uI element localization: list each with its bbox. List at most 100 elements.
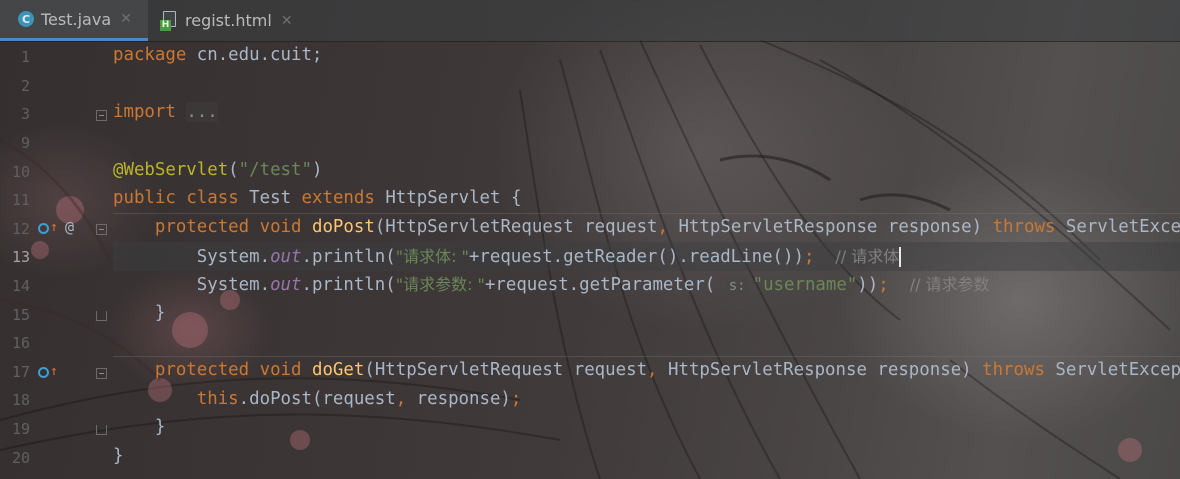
line-number: 12: [11, 220, 30, 238]
line-number: 15: [11, 306, 30, 324]
line-number: 18: [11, 391, 30, 409]
code-text: ServletException: [1065, 217, 1180, 237]
method-name: doPost: [311, 217, 375, 237]
line-number: 2: [20, 77, 30, 95]
keyword: void: [259, 360, 302, 380]
fold-end-icon[interactable]: [96, 311, 107, 321]
code-text: .doPost(request: [238, 389, 396, 409]
code-text: +request.getParameter(: [484, 275, 726, 295]
code-text: }: [154, 303, 166, 323]
line-number: 1: [20, 48, 30, 66]
string-literal: "请求体: ": [395, 247, 469, 266]
string-literal: "请求参数: ": [395, 275, 485, 294]
code-text: cn.edu.cuit;: [186, 45, 323, 65]
code-text: +request.getReader().readLine()): [468, 247, 804, 267]
text-caret: [899, 247, 902, 267]
keyword: protected: [154, 360, 250, 380]
code-text: (: [228, 160, 239, 180]
code-editor[interactable]: package cn.edu.cuit; import ... @WebServ…: [113, 41, 1180, 479]
keyword: throws: [982, 360, 1045, 380]
keyword: throws: [992, 217, 1056, 237]
code-line: this.doPost(request, response);: [113, 385, 1180, 414]
string-literal: "username": [752, 275, 858, 295]
code-line: protected void doPost(HttpServletRequest…: [113, 213, 1180, 242]
override-method-icon[interactable]: [38, 223, 49, 234]
line-number: 19: [11, 420, 30, 438]
code-text: (HttpServletRequest request: [374, 217, 658, 237]
code-text: System.: [196, 275, 271, 295]
code-line: System.out.println("请求参数: "+request.getP…: [113, 270, 1180, 299]
tab-label: Test.java: [41, 9, 112, 29]
code-text: ,: [647, 360, 658, 380]
keyword: this: [196, 389, 239, 409]
code-text: .println(: [301, 275, 396, 295]
arrow-up-icon: ↑: [50, 364, 58, 379]
line-number: 16: [11, 334, 30, 352]
static-field: out: [270, 275, 302, 295]
parameter-hint: s:: [725, 276, 749, 296]
line-number: 13: [11, 248, 30, 266]
fold-end-icon[interactable]: [96, 425, 107, 435]
code-text: response): [406, 389, 511, 409]
comment: // 请求参数: [909, 275, 990, 294]
code-line: @WebServlet("/test"): [113, 156, 1180, 185]
code-text: ServletException: [1055, 360, 1180, 380]
code-text: .println(: [301, 247, 396, 267]
editor-tab-bar: C Test.java ✕ H regist.html ✕: [0, 0, 1180, 42]
keyword: void: [259, 217, 302, 237]
tab-test-java[interactable]: C Test.java ✕: [0, 0, 148, 41]
keyword: class: [186, 188, 239, 208]
editor-window: C Test.java ✕ H regist.html ✕ 1 2 3 9 10…: [0, 0, 1180, 479]
code-line-current: System.out.println("请求体: "+request.getRe…: [113, 242, 1180, 271]
code-text: HttpServlet {: [385, 188, 522, 208]
tab-regist-html[interactable]: H regist.html ✕: [160, 0, 293, 41]
line-number: 10: [11, 163, 30, 181]
string-literal: "/test": [238, 160, 312, 180]
override-method-icon[interactable]: [38, 367, 49, 378]
line-number: 17: [11, 363, 30, 381]
line-number: 11: [11, 191, 30, 209]
code-text: ): [311, 160, 323, 180]
line-number: 14: [11, 277, 30, 295]
code-text: ;: [510, 389, 522, 409]
keyword: import: [113, 102, 176, 122]
annotation: @WebServlet: [113, 160, 229, 180]
at-marker-icon[interactable]: @: [65, 218, 74, 236]
fold-toggle-icon[interactable]: [96, 110, 107, 121]
code-text: )): [857, 275, 879, 295]
comment: // 请求体: [835, 247, 900, 266]
code-line: protected void doGet(HttpServletRequest …: [113, 356, 1180, 385]
code-text: ;: [803, 247, 815, 267]
code-text: HttpServletResponse response): [657, 360, 983, 380]
close-icon[interactable]: ✕: [120, 11, 132, 27]
line-number: 3: [20, 105, 30, 123]
class-name: Test: [249, 188, 292, 208]
code-text: System.: [196, 247, 271, 267]
code-line: package cn.edu.cuit;: [113, 41, 1180, 70]
keyword: extends: [301, 188, 375, 208]
keyword: public: [113, 188, 176, 208]
line-number: 20: [11, 449, 30, 467]
code-text: }: [154, 417, 166, 437]
keyword: package: [113, 45, 187, 65]
java-class-icon: C: [18, 11, 34, 27]
fold-toggle-icon[interactable]: [96, 368, 107, 379]
keyword: protected: [154, 217, 250, 237]
folded-imports[interactable]: ...: [186, 102, 218, 122]
code-text: ,: [395, 389, 407, 409]
code-text: ;: [878, 275, 889, 295]
code-line: }: [113, 413, 1180, 442]
method-name: doGet: [311, 360, 365, 380]
tab-label: regist.html: [185, 11, 272, 30]
editor-gutter: 1 2 3 9 10 11 12 13 14 15 16 17 18 19 20…: [0, 41, 112, 479]
close-icon[interactable]: ✕: [281, 13, 293, 29]
code-text: HttpServletResponse response): [668, 217, 993, 237]
code-text: ,: [657, 217, 668, 237]
arrow-up-icon: ↑: [50, 220, 58, 235]
code-line: public class Test extends HttpServlet {: [113, 184, 1180, 213]
code-line: import ...: [113, 98, 1180, 127]
fold-toggle-icon[interactable]: [96, 224, 107, 235]
code-text: }: [113, 446, 124, 466]
code-text: (HttpServletRequest request: [364, 360, 648, 380]
html-file-icon: H: [160, 10, 178, 31]
